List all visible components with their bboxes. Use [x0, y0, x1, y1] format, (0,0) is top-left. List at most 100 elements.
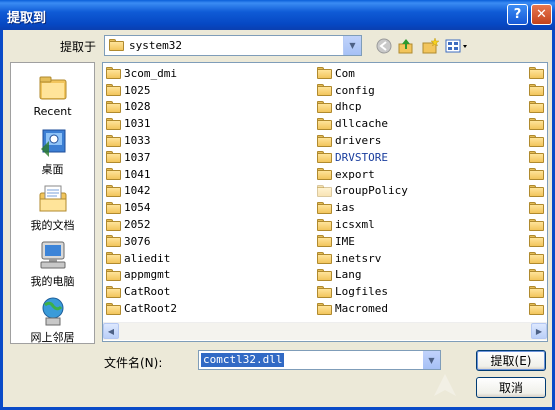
- file-name: 1037: [124, 150, 151, 164]
- folder-icon: [529, 84, 545, 97]
- list-item[interactable]: ias: [317, 199, 408, 216]
- file-name: 1028: [124, 100, 151, 114]
- list-item[interactable]: 3076: [106, 233, 177, 250]
- new-folder-button[interactable]: [421, 37, 439, 55]
- list-item[interactable]: appmgmt: [106, 267, 177, 284]
- place-network-places[interactable]: 网上邻居: [11, 295, 94, 345]
- recent-folder-icon: [37, 71, 69, 103]
- folder-icon: [317, 84, 333, 97]
- list-item[interactable]: DRVSTORE: [317, 149, 408, 166]
- list-item[interactable]: [529, 183, 547, 200]
- place-desktop[interactable]: 桌面: [11, 127, 94, 177]
- folder-icon: [106, 201, 122, 214]
- place-label: 网上邻居: [30, 331, 75, 344]
- place-label: 我的文档: [30, 219, 75, 232]
- list-item[interactable]: Logfiles: [317, 283, 408, 300]
- file-name: config: [335, 83, 375, 97]
- list-item[interactable]: Macromed: [317, 300, 408, 317]
- list-item[interactable]: Com: [317, 65, 408, 82]
- folder-icon: [317, 218, 333, 231]
- folder-icon: [529, 235, 545, 248]
- list-item[interactable]: 1042: [106, 183, 177, 200]
- folder-icon: [529, 184, 545, 197]
- list-item[interactable]: IME: [317, 233, 408, 250]
- folder-icon: [106, 235, 122, 248]
- file-name: icsxml: [335, 218, 375, 232]
- list-item[interactable]: dllcache: [317, 115, 408, 132]
- folder-icon: [529, 302, 545, 315]
- chevron-down-icon[interactable]: ▼: [343, 36, 361, 55]
- list-item[interactable]: drivers: [317, 132, 408, 149]
- list-item[interactable]: [529, 199, 547, 216]
- list-item[interactable]: 1054: [106, 199, 177, 216]
- list-item[interactable]: [529, 300, 547, 317]
- file-name: 2052: [124, 218, 151, 232]
- folder-icon: [317, 252, 333, 265]
- list-item[interactable]: 2052: [106, 216, 177, 233]
- list-item[interactable]: 1028: [106, 99, 177, 116]
- folder-icon: [106, 117, 122, 130]
- up-folder-button[interactable]: [397, 37, 415, 55]
- list-item[interactable]: config: [317, 82, 408, 99]
- file-name-field[interactable]: comctl32.dll ▼: [198, 350, 441, 370]
- list-item[interactable]: [529, 82, 547, 99]
- list-item[interactable]: [529, 115, 547, 132]
- file-name: inetsrv: [335, 251, 382, 265]
- folder-icon: [317, 117, 333, 130]
- list-item[interactable]: [529, 283, 547, 300]
- list-item[interactable]: Lang: [317, 267, 408, 284]
- list-item[interactable]: icsxml: [317, 216, 408, 233]
- scroll-left-button[interactable]: ◀: [103, 323, 119, 339]
- extract-button[interactable]: 提取(E): [476, 350, 546, 371]
- file-name: 1042: [124, 184, 151, 198]
- back-button[interactable]: [375, 37, 393, 55]
- place-label: 我的电脑: [30, 275, 75, 288]
- list-item[interactable]: dhcp: [317, 99, 408, 116]
- list-item[interactable]: 1031: [106, 115, 177, 132]
- list-item[interactable]: GroupPolicy: [317, 183, 408, 200]
- list-item[interactable]: export: [317, 166, 408, 183]
- file-name: CatRoot2: [124, 302, 177, 316]
- list-item[interactable]: [529, 99, 547, 116]
- list-item[interactable]: CatRoot2: [106, 300, 177, 317]
- close-button[interactable]: ✕: [531, 4, 552, 25]
- place-label: Recent: [33, 105, 72, 118]
- list-item[interactable]: 1033: [106, 132, 177, 149]
- list-item[interactable]: CatRoot: [106, 283, 177, 300]
- list-item[interactable]: inetsrv: [317, 250, 408, 267]
- file-list[interactable]: 3com_dmi 1025 1028 1031 1033 1037 1041 1042 1054…: [102, 62, 548, 342]
- file-name: aliedit: [124, 251, 171, 265]
- view-menu-button[interactable]: [445, 37, 469, 55]
- list-item[interactable]: aliedit: [106, 250, 177, 267]
- list-item[interactable]: [529, 233, 547, 250]
- file-name: dhcp: [335, 100, 362, 114]
- list-item[interactable]: [529, 166, 547, 183]
- folder-icon: [317, 268, 333, 281]
- file-name-value[interactable]: comctl32.dll: [201, 353, 285, 367]
- list-item[interactable]: [529, 267, 547, 284]
- window-title: 提取到: [7, 11, 47, 26]
- look-in-label: 提取于: [60, 40, 97, 54]
- help-button[interactable]: ?: [507, 4, 528, 25]
- chevron-down-icon[interactable]: ▼: [423, 351, 440, 369]
- list-item[interactable]: [529, 216, 547, 233]
- horizontal-scrollbar[interactable]: ◀ ▶: [103, 322, 547, 340]
- list-item[interactable]: 3com_dmi: [106, 65, 177, 82]
- new-folder-icon: [422, 37, 439, 54]
- view-menu-icon: [445, 39, 467, 53]
- list-item[interactable]: 1037: [106, 149, 177, 166]
- list-item[interactable]: 1041: [106, 166, 177, 183]
- place-my-computer[interactable]: 我的电脑: [11, 239, 94, 289]
- list-item[interactable]: [529, 250, 547, 267]
- list-item[interactable]: [529, 65, 547, 82]
- cancel-button[interactable]: 取消: [476, 377, 546, 398]
- look-in-dropdown[interactable]: system32 ▼: [104, 35, 362, 56]
- file-name-label: 文件名(N):: [104, 356, 163, 370]
- list-item[interactable]: [529, 149, 547, 166]
- list-item[interactable]: 1025: [106, 82, 177, 99]
- list-item[interactable]: [529, 132, 547, 149]
- place-recent[interactable]: Recent: [11, 71, 94, 118]
- scroll-right-button[interactable]: ▶: [531, 323, 547, 339]
- my-documents-icon: [37, 183, 69, 215]
- place-my-documents[interactable]: 我的文档: [11, 183, 94, 233]
